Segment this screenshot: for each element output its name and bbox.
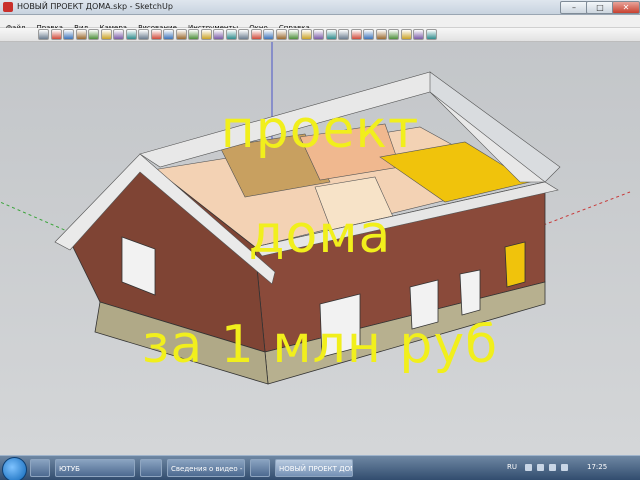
taskbar-item-video-details[interactable]: Сведения о видео - ...	[167, 459, 245, 477]
tray-flag-icon[interactable]	[525, 464, 532, 471]
zoom-icon[interactable]	[250, 29, 262, 40]
pan-icon[interactable]	[238, 29, 249, 40]
text-icon[interactable]	[350, 29, 362, 40]
dimension-icon[interactable]	[325, 29, 337, 40]
close-button[interactable]: ✕	[612, 1, 640, 14]
taskbar-item-sketchup[interactable]: НОВЫЙ ПРОЕКТ ДОМ...	[275, 459, 353, 477]
drawing-viewport[interactable]: проект дома за 1 млн руб	[0, 42, 640, 455]
extension-icon[interactable]	[425, 29, 437, 40]
toolbar	[0, 28, 640, 42]
offset-icon[interactable]	[188, 29, 199, 40]
overlay-text-line2: дома	[248, 205, 392, 265]
windows-taskbar: ЮТУБ Сведения о видео - ... НОВЫЙ ПРОЕКТ…	[0, 455, 640, 480]
tape-measure-icon[interactable]	[313, 29, 324, 40]
tray-app-icon[interactable]	[561, 464, 568, 471]
components-icon[interactable]	[413, 29, 424, 40]
sketchup-window: НОВЫЙ ПРОЕКТ ДОМА.skp - SketchUp – □ ✕ Ф…	[0, 0, 640, 480]
sketchup-app-icon	[3, 2, 13, 12]
start-button[interactable]	[2, 457, 27, 480]
tray-volume-icon[interactable]	[549, 464, 556, 471]
tray-network-icon[interactable]	[537, 464, 544, 471]
taskbar-item-2[interactable]	[140, 459, 162, 477]
taskbar-item-4[interactable]	[250, 459, 270, 477]
zoom-window-icon[interactable]	[263, 29, 274, 40]
orbit-icon[interactable]	[225, 29, 237, 40]
window-front-3	[459, 269, 481, 316]
paint-bucket-icon[interactable]	[138, 29, 149, 40]
scale-icon[interactable]	[213, 29, 224, 40]
axes-icon[interactable]	[363, 29, 374, 40]
select-icon[interactable]	[38, 29, 49, 40]
eraser-icon[interactable]	[50, 29, 62, 40]
overlay-text-line3: за 1 млн руб	[141, 315, 499, 375]
make-component-icon[interactable]	[125, 29, 137, 40]
taskbar-explorer[interactable]	[30, 459, 50, 477]
previous-view-icon[interactable]	[288, 29, 299, 40]
3d-text-icon[interactable]	[375, 29, 387, 40]
share-model-icon[interactable]	[400, 29, 412, 40]
rectangle-icon[interactable]	[75, 29, 87, 40]
move-icon[interactable]	[163, 29, 174, 40]
next-view-icon[interactable]	[300, 29, 312, 40]
protractor-icon[interactable]	[338, 29, 349, 40]
language-indicator[interactable]: RU	[507, 463, 517, 471]
polygon-icon[interactable]	[113, 29, 124, 40]
follow-me-icon[interactable]	[200, 29, 212, 40]
circle-icon[interactable]	[88, 29, 99, 40]
zoom-extents-icon[interactable]	[275, 29, 287, 40]
push-pull-icon[interactable]	[150, 29, 162, 40]
rotate-icon[interactable]	[175, 29, 187, 40]
title-bar: НОВЫЙ ПРОЕКТ ДОМА.skp - SketchUp – □ ✕	[0, 0, 640, 15]
window-title: НОВЫЙ ПРОЕКТ ДОМА.skp - SketchUp	[17, 2, 173, 11]
taskbar-item-youtube-folder[interactable]: ЮТУБ	[55, 459, 135, 477]
overlay-text-line1: проект	[220, 100, 420, 160]
warehouse-icon[interactable]	[388, 29, 399, 40]
taskbar-clock[interactable]: 17:25	[587, 463, 607, 471]
minimize-button[interactable]: –	[560, 1, 588, 14]
pencil-icon[interactable]	[63, 29, 74, 40]
arc-icon[interactable]	[100, 29, 112, 40]
maximize-button[interactable]: □	[586, 1, 614, 14]
menu-bar: Файл Правка Вид Камера Рисование Инструм…	[0, 15, 640, 32]
